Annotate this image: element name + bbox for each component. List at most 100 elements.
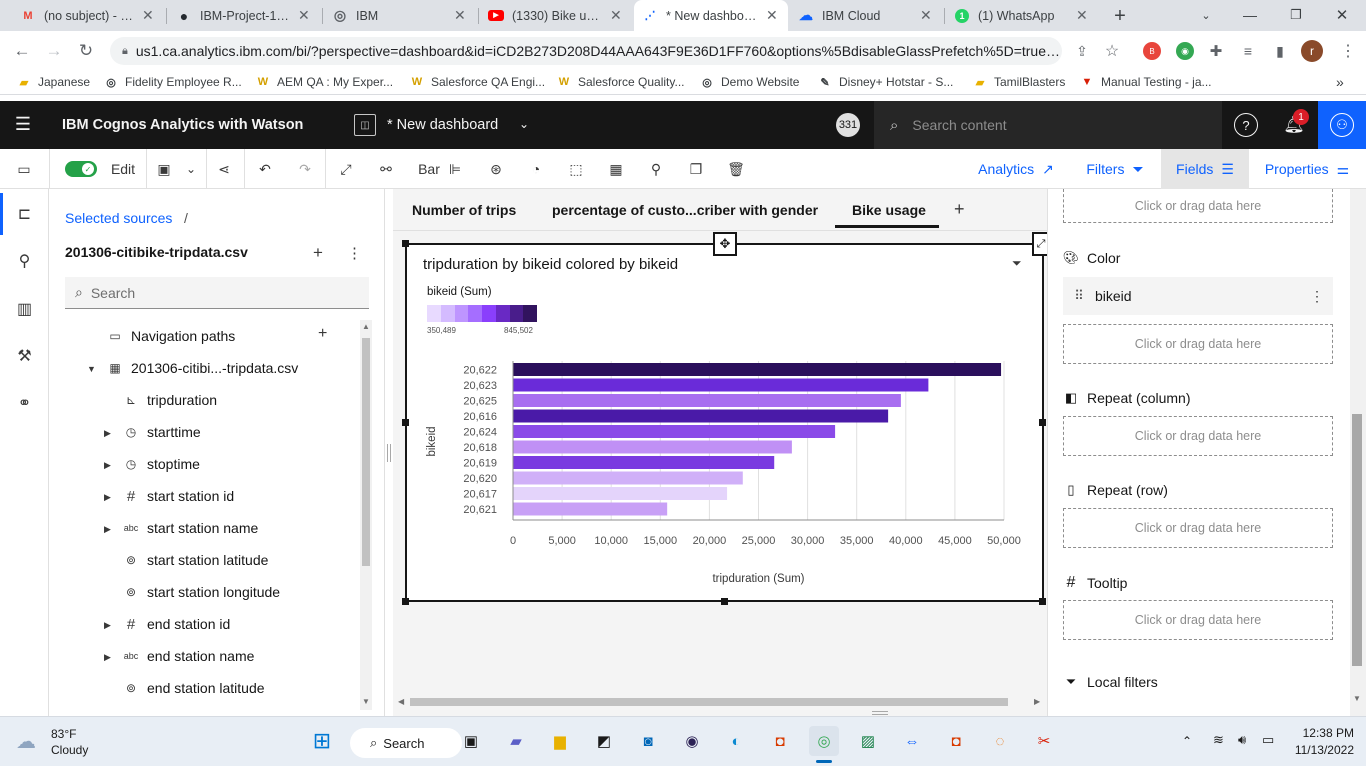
- close-icon[interactable]: ✕: [610, 7, 624, 24]
- bar[interactable]: [513, 471, 743, 485]
- url-field[interactable]: 🔒︎ us1.ca.analytics.ibm.com/bi/?perspect…: [110, 37, 1062, 65]
- bar[interactable]: [513, 487, 728, 500]
- browser-tab-whatsapp[interactable]: 1 (1) WhatsApp ✕: [946, 0, 1098, 31]
- extension-icon[interactable]: B: [1143, 42, 1161, 60]
- source-scrollbar-thumb[interactable]: [362, 338, 370, 566]
- drop-zone[interactable]: Click or drag data here: [1063, 324, 1333, 364]
- windows-start-icon[interactable]: ⊞: [307, 726, 337, 756]
- palette-icon[interactable]: ⊛: [486, 149, 506, 189]
- volume-icon[interactable]: 🔊︎: [1238, 732, 1246, 748]
- filters-button[interactable]: Filters ⏷: [1082, 149, 1148, 189]
- bar[interactable]: [513, 394, 901, 407]
- bookmark-item[interactable]: ◎ Fidelity Employee R...: [104, 69, 242, 95]
- star-icon[interactable]: ☆: [1098, 37, 1126, 65]
- tree-item-end-station-name[interactable]: abc end station name: [123, 640, 255, 672]
- app-icon[interactable]: ◌: [985, 726, 1015, 756]
- caret-right-icon[interactable]: ▶: [104, 460, 111, 471]
- resize-handle[interactable]: [1039, 419, 1046, 426]
- bar[interactable]: [513, 378, 929, 392]
- add-icon[interactable]: +: [313, 243, 323, 263]
- tab-percentage-customer[interactable]: percentage of custo...criber with gender: [552, 189, 818, 231]
- overflow-menu-icon[interactable]: ⋮: [347, 244, 362, 262]
- close-icon[interactable]: ✕: [298, 7, 312, 24]
- office-icon[interactable]: ◘: [941, 726, 971, 756]
- puzzle-icon[interactable]: ✚: [1202, 37, 1230, 65]
- expand-icon[interactable]: ⤢: [336, 149, 356, 189]
- forward-button[interactable]: →: [40, 37, 68, 65]
- drag-handle-icon[interactable]: ⠿: [1063, 288, 1095, 304]
- search-content-field[interactable]: ⌕ Search content: [874, 101, 1222, 149]
- bookmark-item[interactable]: W Salesforce QA Engi...: [410, 69, 545, 95]
- connect-icon[interactable]: ⚯: [376, 149, 396, 189]
- tree-item-starttime[interactable]: ◷ starttime: [123, 416, 201, 448]
- resize-handle[interactable]: [721, 598, 728, 605]
- source-search-input[interactable]: ⌕ Search: [65, 277, 369, 309]
- side-panel-icon[interactable]: ▮: [1266, 37, 1294, 65]
- bookmark-item[interactable]: ✎ Disney+ Hotstar - S...: [818, 69, 953, 95]
- bar[interactable]: [513, 456, 775, 469]
- resize-handle[interactable]: [402, 598, 409, 605]
- bar[interactable]: [513, 502, 668, 516]
- close-window-button[interactable]: ✕: [1330, 4, 1354, 26]
- tree-item-start-station-longitude[interactable]: ⊚ start station longitude: [123, 576, 280, 608]
- extension-icon[interactable]: ◉: [1176, 42, 1194, 60]
- tree-item-start-station-name[interactable]: abc start station name: [123, 512, 259, 544]
- drop-zone[interactable]: Click or drag data here: [1063, 508, 1333, 548]
- store-icon[interactable]: ◙: [633, 726, 663, 756]
- minimize-button[interactable]: —: [1238, 4, 1262, 26]
- app-icon[interactable]: ◩: [589, 726, 619, 756]
- drop-zone[interactable]: Click or drag data here: [1063, 416, 1333, 456]
- widgets-icon[interactable]: ⚒: [0, 333, 49, 379]
- snipping-tool-icon[interactable]: ✂: [1029, 726, 1059, 756]
- data-sources-icon[interactable]: ⊏: [0, 191, 49, 237]
- task-view-icon[interactable]: ▣: [456, 726, 486, 756]
- new-tab-button[interactable]: +: [1108, 4, 1132, 28]
- chevron-down-icon[interactable]: ⌄: [182, 149, 200, 189]
- chat-icon[interactable]: ▭: [12, 149, 36, 189]
- bookmark-item[interactable]: ▰ TamilBlasters: [973, 69, 1066, 95]
- bookmark-item[interactable]: W Salesforce Quality...: [557, 69, 685, 95]
- help-icon[interactable]: ?: [1234, 113, 1258, 137]
- edge-icon[interactable]: ◐: [721, 726, 751, 756]
- bookmark-item[interactable]: W AEM QA : My Exper...: [256, 69, 393, 95]
- bar[interactable]: [513, 363, 1002, 376]
- bookmark-item[interactable]: ◎ Demo Website: [700, 69, 799, 95]
- chevron-down-icon[interactable]: ⌄: [514, 114, 534, 134]
- add-icon[interactable]: +: [318, 325, 327, 343]
- pin-icon[interactable]: ⚲: [646, 149, 666, 189]
- browser-tab-gmail[interactable]: M (no subject) - ran ✕: [12, 0, 164, 31]
- bar-chart-icon[interactable]: ⊫: [445, 149, 465, 189]
- scroll-right-icon[interactable]: ▶: [1034, 697, 1040, 706]
- browser-tab-github[interactable]: ● IBM-Project-1209 ✕: [168, 0, 320, 31]
- user-badge[interactable]: 331: [836, 113, 860, 137]
- battery-icon[interactable]: ▭: [1262, 732, 1274, 748]
- dashboard-title[interactable]: * New dashboard: [387, 117, 498, 133]
- caret-right-icon[interactable]: ▶: [104, 524, 111, 535]
- weather-icon[interactable]: ☁: [16, 729, 36, 754]
- caret-right-icon[interactable]: ▶: [104, 620, 111, 631]
- color-field-chip[interactable]: ⠿ bikeid ⋮: [1063, 277, 1333, 315]
- pin-icon[interactable]: ⚲: [0, 238, 49, 284]
- canvas-scrollbar-thumb[interactable]: [410, 698, 1008, 706]
- clock-date[interactable]: 11/13/2022: [1286, 743, 1354, 757]
- share-icon[interactable]: ⋖: [214, 149, 234, 189]
- close-icon[interactable]: ✕: [454, 7, 468, 24]
- caret-down-icon[interactable]: ▼: [87, 364, 96, 374]
- resize-handle[interactable]: [1039, 598, 1046, 605]
- chevron-up-icon[interactable]: ⌃: [1182, 734, 1192, 748]
- browser-tab-ibm[interactable]: ◎ IBM ✕: [324, 0, 476, 31]
- clock-time[interactable]: 12:38 PM: [1292, 726, 1354, 740]
- bar-chart-widget[interactable]: tripduration by bikeid colored by bikeid…: [405, 243, 1044, 602]
- tab-number-of-trips[interactable]: Number of trips: [412, 189, 516, 231]
- caret-right-icon[interactable]: ▶: [104, 428, 111, 439]
- notepad-icon[interactable]: ▨: [853, 726, 883, 756]
- viz-type-label[interactable]: Bar: [416, 149, 442, 189]
- overflow-menu-icon[interactable]: ⋮: [1301, 288, 1333, 305]
- scroll-up-icon[interactable]: ▲: [362, 322, 370, 331]
- delete-icon[interactable]: 🗑︎: [726, 149, 746, 189]
- scroll-down-icon[interactable]: ▼: [362, 697, 370, 706]
- restore-button[interactable]: ❐: [1284, 4, 1308, 26]
- teamviewer-icon[interactable]: ⇔: [897, 726, 927, 756]
- menu-icon[interactable]: ☰: [12, 113, 34, 135]
- eclipse-icon[interactable]: ◉: [677, 726, 707, 756]
